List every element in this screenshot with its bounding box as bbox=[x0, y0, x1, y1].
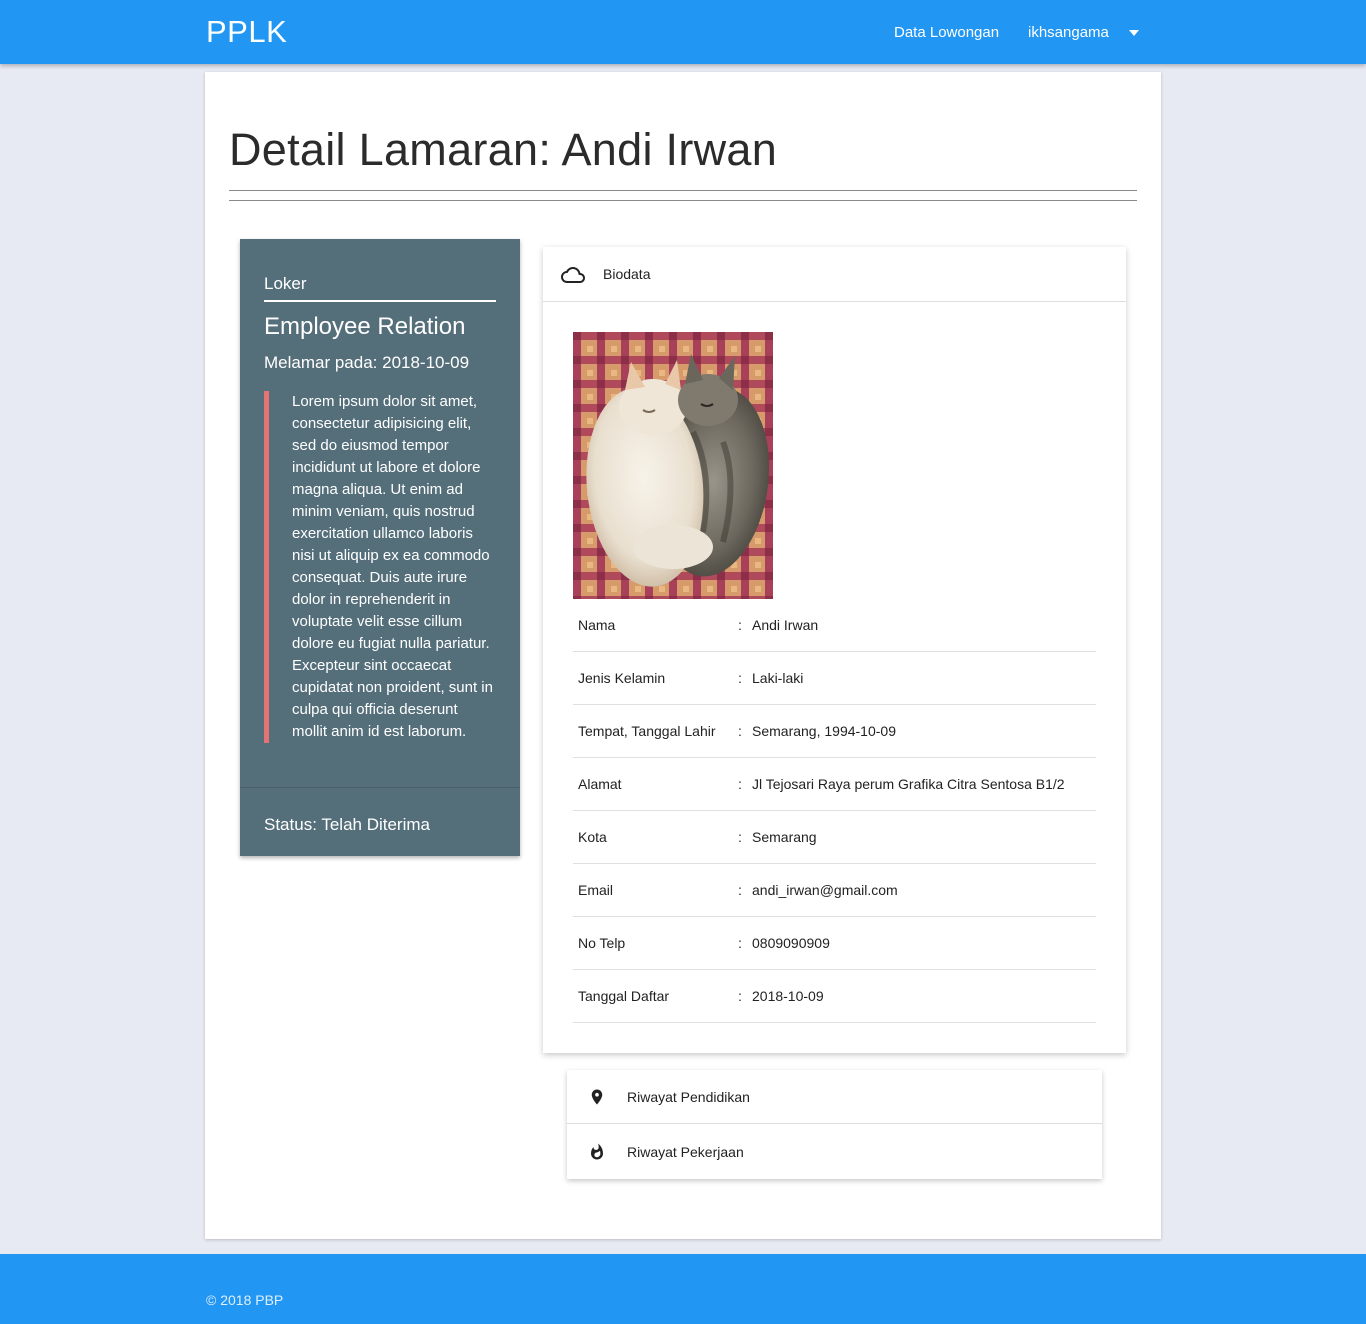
biodata-value: 0809090909 bbox=[752, 935, 830, 951]
collapsible-label: Riwayat Pekerjaan bbox=[627, 1144, 744, 1160]
applicant-photo bbox=[573, 332, 773, 599]
title-divider bbox=[229, 200, 1137, 201]
title-divider bbox=[229, 190, 1137, 191]
footer: © 2018 PBP bbox=[0, 1254, 1366, 1324]
application-status: Status: Telah Diterima bbox=[264, 815, 430, 834]
card-action-divider bbox=[240, 787, 520, 788]
main-card: Detail Lamaran: Andi Irwan Loker Employe… bbox=[205, 72, 1161, 1239]
biodata-separator: : bbox=[738, 935, 742, 951]
loker-card: Loker Employee Relation Melamar pada: 20… bbox=[240, 239, 520, 856]
biodata-value: Andi Irwan bbox=[752, 617, 819, 633]
biodata-value: 2018-10-09 bbox=[752, 988, 824, 1004]
whatshot-icon bbox=[588, 1141, 606, 1168]
table-row: Alamat : Jl Tejosari Raya perum Grafika … bbox=[573, 758, 1096, 811]
collapsible-label: Riwayat Pendidikan bbox=[627, 1089, 750, 1105]
biodata-value: andi_irwan@gmail.com bbox=[752, 882, 898, 898]
biodata-title: Biodata bbox=[603, 266, 651, 282]
biodata-key: Email bbox=[578, 882, 614, 898]
biodata-separator: : bbox=[738, 882, 742, 898]
biodata-separator: : bbox=[738, 670, 742, 686]
biodata-value: Semarang, 1994-10-09 bbox=[752, 723, 896, 739]
table-row: Kota : Semarang bbox=[573, 811, 1096, 864]
biodata-value: Semarang bbox=[752, 829, 817, 845]
table-row: Tempat, Tanggal Lahir : Semarang, 1994-1… bbox=[573, 705, 1096, 758]
loker-label: Loker bbox=[264, 274, 307, 293]
collapsible-header-pekerjaan[interactable]: Riwayat Pekerjaan bbox=[567, 1125, 1102, 1179]
biodata-separator: : bbox=[738, 723, 742, 739]
biodata-key: Kota bbox=[578, 829, 607, 845]
biodata-separator: : bbox=[738, 617, 742, 633]
table-row: Nama : Andi Irwan bbox=[573, 599, 1096, 652]
page-title: Detail Lamaran: Andi Irwan bbox=[229, 124, 778, 175]
biodata-separator: : bbox=[738, 988, 742, 1004]
table-row: Jenis Kelamin : Laki-laki bbox=[573, 652, 1096, 705]
table-row: No Telp : 0809090909 bbox=[573, 917, 1096, 970]
biodata-key: Nama bbox=[578, 617, 616, 633]
nav-link-data-lowongan[interactable]: Data Lowongan bbox=[894, 24, 999, 41]
footer-copyright: © 2018 PBP bbox=[206, 1292, 284, 1308]
caret-down-icon[interactable] bbox=[1129, 30, 1139, 36]
loker-applied-date: Melamar pada: 2018-10-09 bbox=[264, 353, 470, 372]
biodata-header[interactable]: Biodata bbox=[543, 247, 1126, 302]
loker-divider bbox=[264, 300, 496, 302]
cloud-icon bbox=[561, 263, 585, 292]
biodata-key: Jenis Kelamin bbox=[578, 670, 666, 686]
biodata-key: Alamat bbox=[578, 776, 622, 792]
biodata-key: Tempat, Tanggal Lahir bbox=[578, 723, 716, 739]
loker-position: Employee Relation bbox=[264, 313, 466, 340]
biodata-value: Laki-laki bbox=[752, 670, 804, 686]
table-row: Email : andi_irwan@gmail.com bbox=[573, 864, 1096, 917]
place-icon bbox=[588, 1086, 606, 1113]
nav-user-dropdown[interactable]: ikhsangama bbox=[1028, 24, 1109, 41]
table-row: Tanggal Daftar : 2018-10-09 bbox=[573, 970, 1096, 1023]
biodata-key: Tanggal Daftar bbox=[578, 988, 670, 1004]
history-collapsible: Riwayat Pendidikan Riwayat Pekerjaan bbox=[567, 1070, 1102, 1179]
biodata-card: Biodata Nama: Andi Irwan Jenis Kelamin … bbox=[543, 247, 1126, 1053]
collapsible-header-pendidikan[interactable]: Riwayat Pendidikan bbox=[567, 1070, 1102, 1124]
biodata-table: Nama : Andi Irwan Jenis Kelamin : Laki-l… bbox=[573, 599, 1096, 1023]
navbar: PPLK Data Lowongan ikhsangama bbox=[0, 0, 1366, 64]
brand-logo[interactable]: PPLK bbox=[206, 14, 287, 50]
biodata-separator: : bbox=[738, 829, 742, 845]
biodata-separator: : bbox=[738, 776, 742, 792]
biodata-key: No Telp bbox=[578, 935, 626, 951]
biodata-value: Jl Tejosari Raya perum Grafika Citra Sen… bbox=[752, 776, 1065, 792]
loker-description: Lorem ipsum dolor sit amet, consectetur … bbox=[264, 391, 496, 743]
